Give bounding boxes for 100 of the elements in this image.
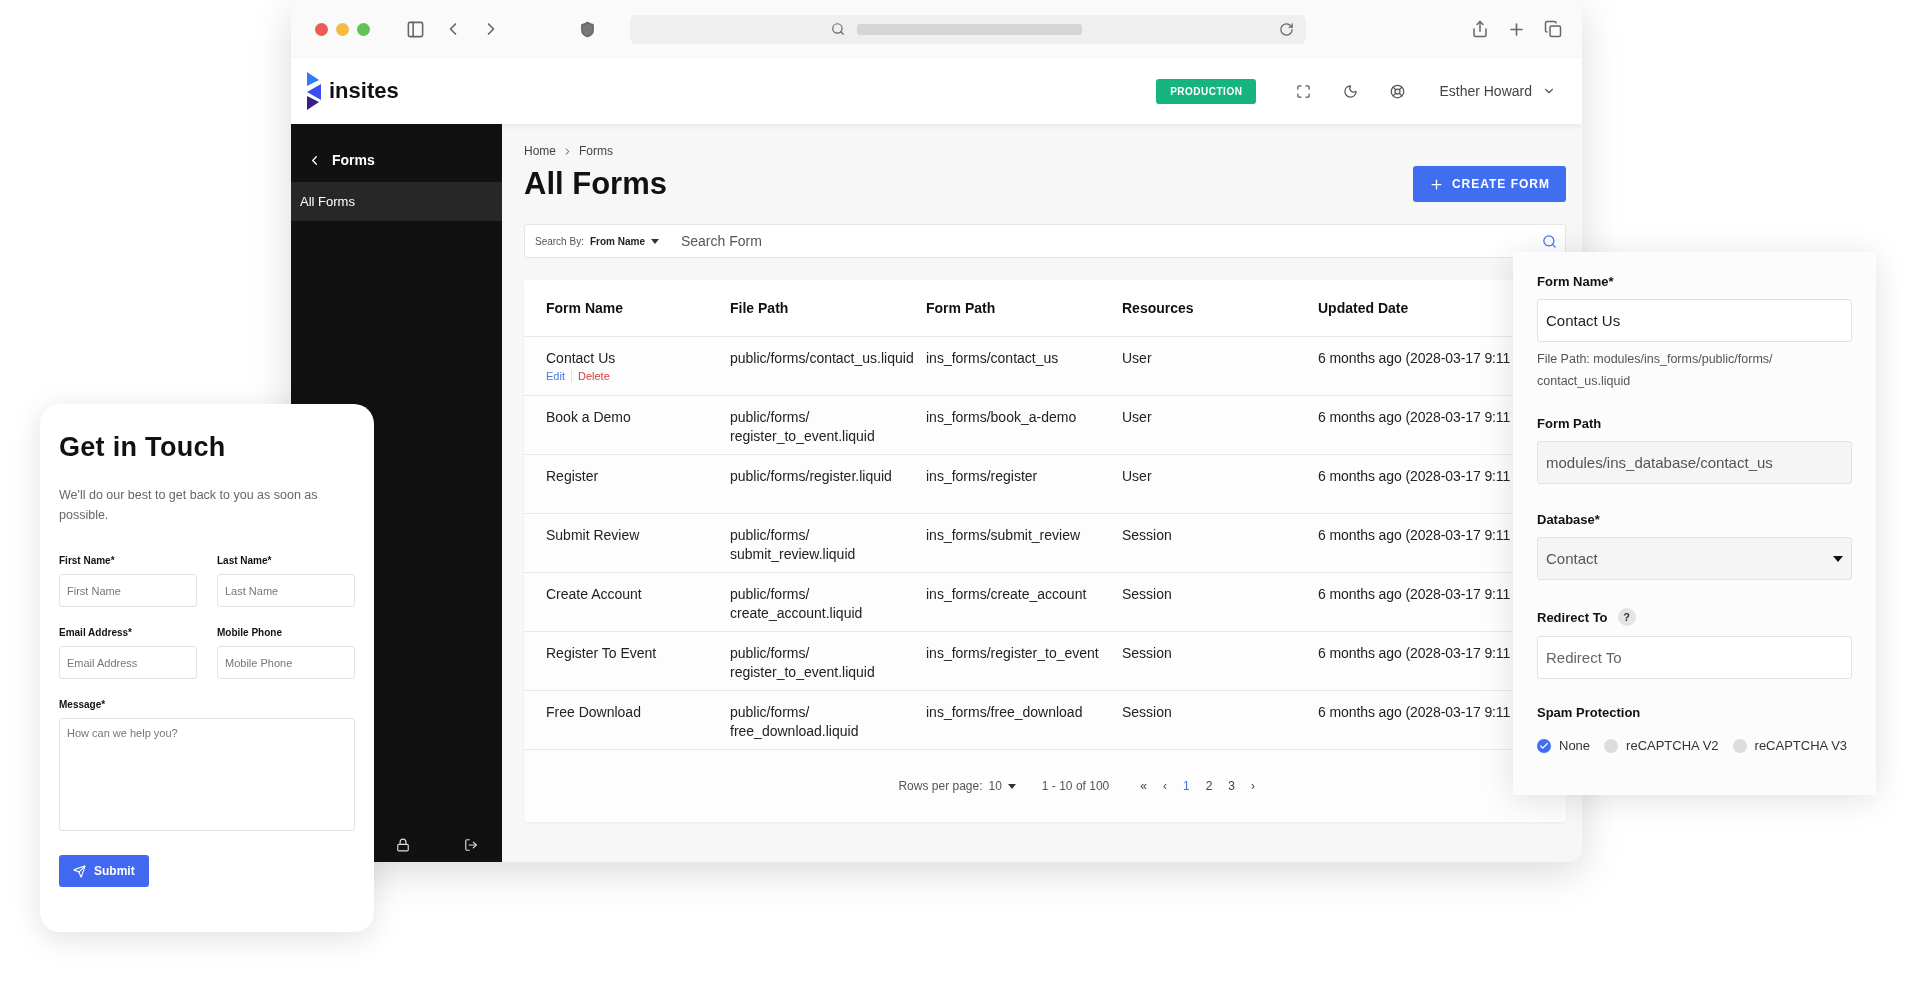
field-label: Form Name*: [1537, 274, 1615, 289]
table-cell-text: ins_forms/register: [926, 467, 1039, 486]
help-badge[interactable]: ?: [1617, 608, 1636, 626]
field-label: Message*: [59, 699, 107, 710]
radio-option[interactable]: reCAPTCHA V2: [1604, 738, 1719, 753]
field-label: First Name*: [59, 555, 116, 566]
first-page-button[interactable]: «: [1135, 779, 1152, 793]
field-label: Mobile Phone: [217, 627, 283, 638]
field-label: Last Name*: [217, 555, 273, 566]
input-field[interactable]: Last Name: [217, 574, 355, 607]
search-by-select[interactable]: From Name: [589, 235, 645, 247]
table-cell-text: Free Download: [546, 703, 642, 722]
radio-icon[interactable]: [1732, 738, 1747, 753]
breadcrumb-link[interactable]: Home: [524, 144, 556, 158]
table-cell-text: public/forms/register_to_event.liquid: [730, 644, 876, 682]
page-button[interactable]: 2: [1200, 779, 1218, 793]
table-cell-text: Contact Us: [546, 349, 617, 368]
fullscreen-icon[interactable]: [1296, 83, 1312, 99]
rows-per-page-label: Rows per page:: [898, 779, 983, 793]
table-cell-text: Session: [1122, 585, 1173, 604]
column-header: File Path: [730, 300, 790, 316]
table-cell: 6 months ago (2028-03-17 9:11: [1318, 703, 1512, 722]
radio-option[interactable]: reCAPTCHA V3: [1732, 738, 1848, 753]
submit-button[interactable]: Submit: [59, 855, 149, 887]
table-cell: 6 months ago (2028-03-17 9:11: [1318, 408, 1512, 427]
caret-icon[interactable]: [1833, 555, 1843, 562]
caret-icon[interactable]: [650, 238, 659, 244]
table-cell-text: public/forms/free_download.liquid: [730, 703, 860, 741]
table-cell-text: ins_forms/submit_review: [926, 526, 1082, 545]
user-name[interactable]: Esther Howard: [1439, 83, 1532, 99]
table-cell-text: Register To Event: [546, 644, 658, 663]
table-cell-text: Session: [1122, 703, 1173, 722]
rows-per-page-select[interactable]: 10: [988, 779, 1002, 793]
table-cell-text: ins_forms/contact_us: [926, 349, 1060, 368]
table-cell-text: ins_forms/free_download: [926, 703, 1084, 722]
lock-icon[interactable]: [396, 838, 410, 852]
form-name-field[interactable]: Contact Us: [1537, 299, 1852, 342]
edit-link[interactable]: Edit: [546, 370, 565, 382]
card-title: Get in Touch: [59, 432, 227, 463]
table-cell-text: Book a Demo: [546, 408, 632, 427]
sidebar-title: Forms: [332, 152, 375, 168]
sidebar-icon[interactable]: [406, 19, 425, 39]
share-icon[interactable]: [1471, 20, 1489, 38]
column-header: Form Name: [546, 300, 625, 316]
page-title: All Forms: [524, 166, 667, 202]
database-select[interactable]: Contact: [1537, 537, 1852, 580]
tabs-icon[interactable]: [1544, 20, 1562, 38]
table-cell-text: public/forms/register.liquid: [730, 467, 893, 486]
close-icon[interactable]: [315, 22, 328, 36]
search-icon[interactable]: [1542, 233, 1557, 249]
search-field[interactable]: Search By: From Name Search Form: [524, 224, 1566, 258]
field-label: Form Path: [1537, 416, 1603, 431]
page-range: 1 - 10 of 100: [1041, 779, 1110, 793]
input-field[interactable]: Email Address: [59, 646, 197, 679]
sidebar-item[interactable]: All Forms: [291, 182, 502, 221]
table-cell-text: User: [1122, 467, 1153, 486]
delete-link[interactable]: Delete: [577, 370, 610, 382]
help-icon[interactable]: [1390, 83, 1406, 99]
logo-text: insites: [329, 78, 399, 104]
input-field[interactable]: Mobile Phone: [217, 646, 355, 679]
message-field[interactable]: How can we help you?: [59, 718, 355, 831]
table-cell: 6 months ago (2028-03-17 9:11: [1318, 644, 1512, 663]
page-button[interactable]: 3: [1223, 779, 1240, 793]
field-label: Spam Protection: [1537, 705, 1642, 720]
file-path-note: File Path: modules/ins_forms/public/forms/contact_us.liquid: [1537, 351, 1774, 390]
logout-icon[interactable]: [464, 838, 478, 852]
column-header: Resources: [1122, 300, 1195, 316]
redirect-field[interactable]: Redirect To: [1537, 636, 1852, 679]
table-cell-text: ins_forms/register_to_event: [926, 644, 1100, 663]
previous-page-button[interactable]: ‹: [1157, 779, 1172, 793]
moon-icon[interactable]: [1343, 83, 1359, 99]
radio-icon[interactable]: [1537, 738, 1551, 753]
next-page-button[interactable]: ›: [1246, 779, 1260, 793]
send-icon: [73, 864, 86, 878]
table-cell-text: Create Account: [546, 585, 643, 604]
table-cell-text: User: [1122, 408, 1153, 427]
input-field[interactable]: First Name: [59, 574, 197, 607]
create-form-button[interactable]: CREATE FORM: [1412, 166, 1566, 202]
table-cell-text: public/forms/contact_us.liquid: [730, 349, 915, 368]
table-cell: 6 months ago (2028-03-17 9:11: [1318, 585, 1512, 604]
reload-icon[interactable]: [1279, 21, 1294, 37]
field-label: Database*: [1537, 512, 1601, 527]
plus-icon: [1428, 176, 1444, 192]
table-cell-text: public/forms/register_to_event.liquid: [730, 408, 876, 446]
field-label: Redirect To: [1537, 609, 1608, 625]
caret-icon[interactable]: [1007, 783, 1016, 789]
breadcrumb-link[interactable]: Forms: [579, 144, 613, 158]
shield-icon[interactable]: [579, 20, 596, 38]
table-cell-text: public/forms/submit_review.liquid: [730, 526, 857, 564]
table-cell: 6 months ago (2028-03-17 9:11: [1318, 349, 1512, 368]
column-header: Updated Date: [1318, 300, 1410, 316]
page-button[interactable]: 1: [1177, 779, 1195, 793]
table-cell-text: Register: [546, 467, 600, 486]
radio-icon[interactable]: [1604, 738, 1619, 753]
form-path-field[interactable]: modules/ins_database/contact_us: [1537, 441, 1852, 484]
radio-option[interactable]: None: [1537, 738, 1591, 753]
card-subtitle: We'll do our best to get back to you as soon as possible.: [59, 487, 319, 524]
table-cell-text: Submit Review: [546, 526, 641, 545]
environment-badge: PRODUCTION: [1156, 78, 1257, 104]
table-cell-text: Session: [1122, 644, 1173, 663]
